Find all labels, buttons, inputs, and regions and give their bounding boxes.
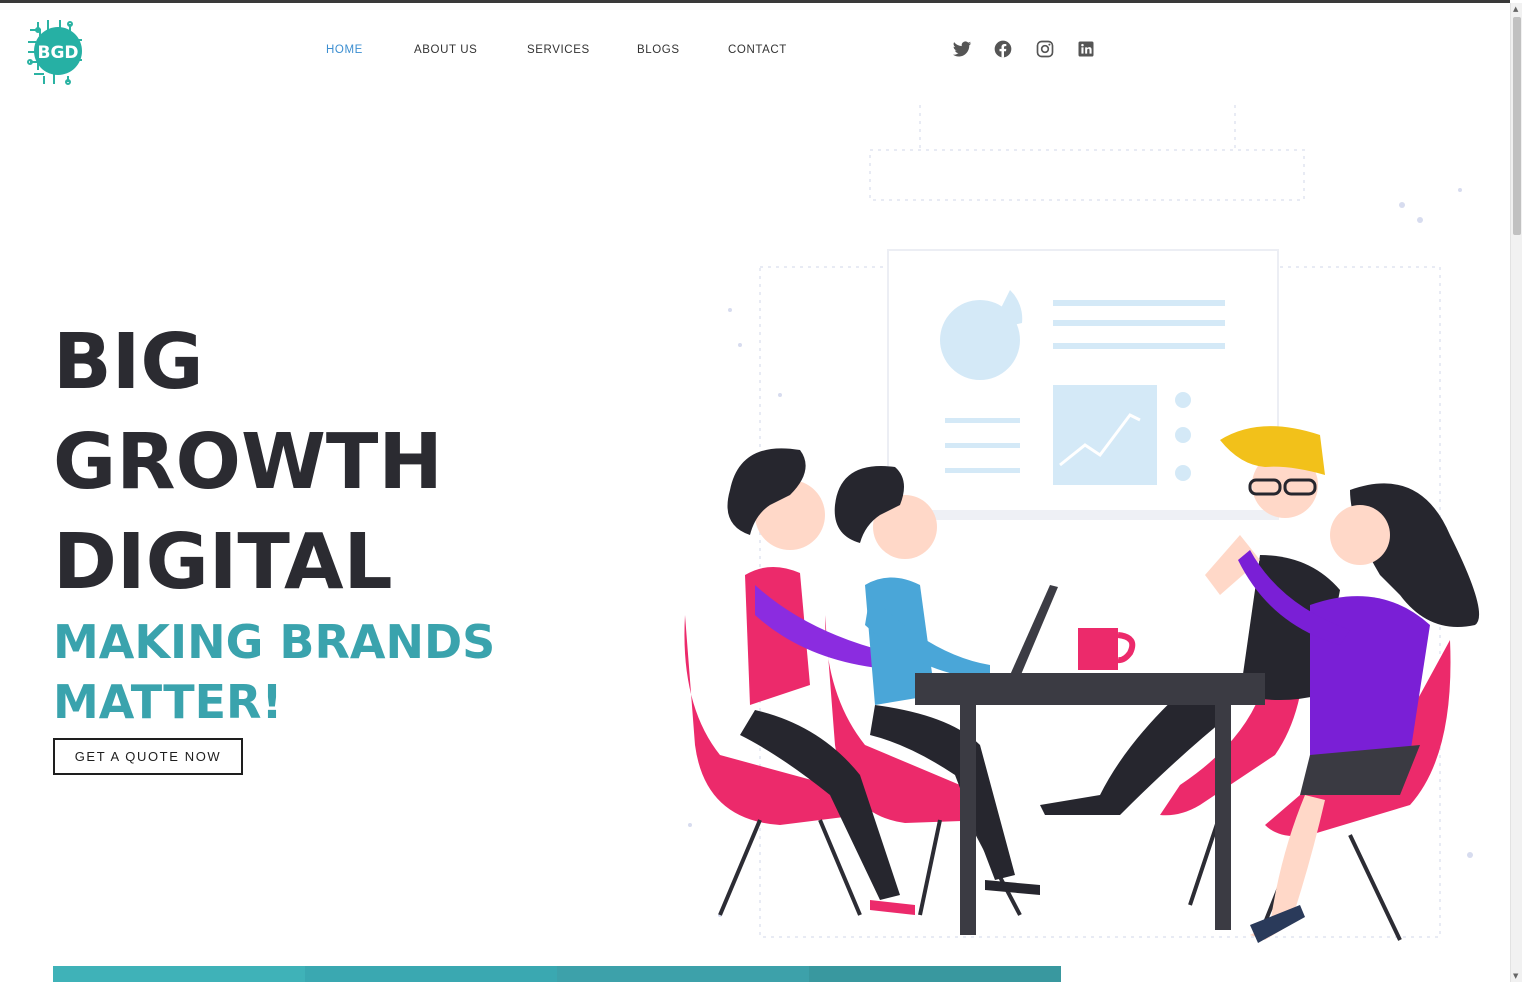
nav-contact[interactable]: CONTACT — [728, 44, 787, 56]
brand-logo[interactable]: BGD — [24, 16, 84, 86]
hero-title-line: GROWTH — [53, 418, 443, 507]
strip-segment — [305, 966, 557, 982]
twitter-icon[interactable] — [952, 39, 972, 59]
scroll-up-icon[interactable]: ▲ — [1513, 5, 1518, 13]
strip-segment — [53, 966, 305, 982]
nav-home[interactable]: HOME — [326, 44, 363, 56]
nav-services[interactable]: SERVICES — [527, 44, 590, 56]
strip-segment — [557, 966, 809, 982]
nav-blogs[interactable]: BLOGS — [637, 44, 680, 56]
logo-text: BGD — [37, 43, 78, 63]
scroll-down-icon[interactable]: ▼ — [1513, 972, 1518, 980]
linkedin-icon[interactable] — [1076, 39, 1096, 59]
hero-tagline-line: MAKING BRANDS — [53, 615, 496, 669]
hero-title-line: DIGITAL — [53, 518, 393, 607]
scroll-thumb[interactable] — [1513, 17, 1521, 235]
hero-tagline: MAKING BRANDS MATTER! — [53, 612, 495, 732]
services-strip — [53, 966, 1061, 982]
page-scrollbar[interactable]: ▲ ▼ — [1510, 3, 1522, 982]
facebook-icon[interactable] — [993, 39, 1013, 59]
hero-title: BIG GROWTH DIGITAL — [53, 313, 443, 613]
team-meeting-illustration — [660, 95, 1500, 965]
strip-segment — [809, 966, 1061, 982]
hero-tagline-line: MATTER! — [53, 675, 283, 729]
nav-about-us[interactable]: ABOUT US — [414, 44, 477, 56]
get-quote-button[interactable]: GET A QUOTE NOW — [53, 738, 243, 775]
top-border — [0, 0, 1510, 3]
hero-title-line: BIG — [53, 318, 204, 407]
instagram-icon[interactable] — [1035, 39, 1055, 59]
